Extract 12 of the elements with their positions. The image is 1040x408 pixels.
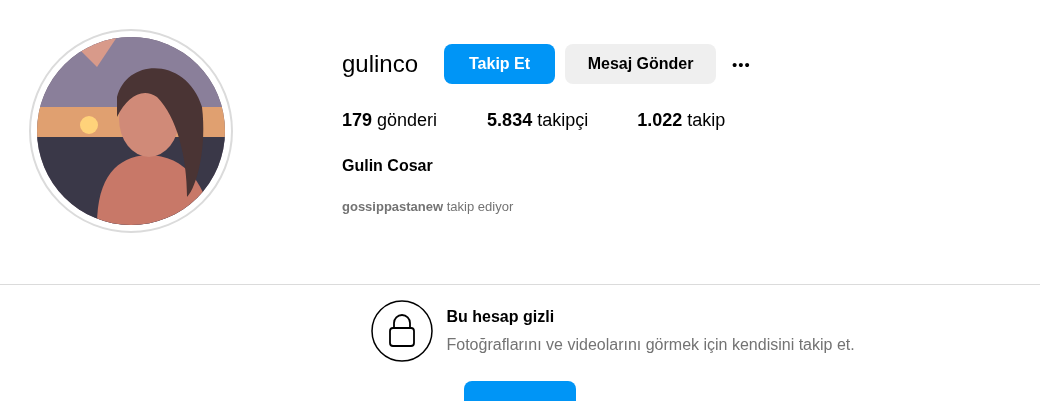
private-account-message: Fotoğraflarını ve videolarını görmek için kendisini takip et. (446, 336, 855, 354)
full-name: Gulin Cosar (342, 157, 434, 175)
message-button[interactable]: Mesaj Gönder (565, 44, 717, 84)
profile-stat: 1.022 takip (637, 110, 726, 131)
follow-button[interactable] (464, 381, 576, 401)
private-account-title: Bu hesap gizli (446, 308, 556, 326)
lock-icon (370, 300, 433, 362)
more-options-button[interactable]: ••• (726, 55, 757, 73)
username: gulinco (342, 49, 419, 79)
profile-stat: 5.834 takipçi (487, 110, 589, 131)
profile-stat: 179 gönderi (342, 110, 438, 131)
followed-by-text: gossippastanew takip ediyor (342, 199, 515, 214)
